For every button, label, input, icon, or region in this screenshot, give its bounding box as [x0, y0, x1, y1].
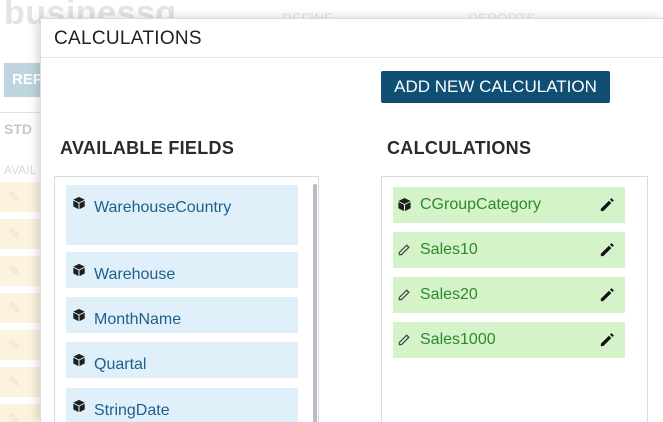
scrollbar[interactable] — [313, 184, 317, 422]
calc-label: CGroupCategory — [420, 196, 541, 213]
field-item-monthname[interactable]: MonthName — [66, 297, 298, 333]
field-label: Warehouse — [94, 266, 176, 283]
background-row: ✎ — [0, 367, 40, 397]
field-item-stringdate[interactable]: StringDate — [66, 388, 298, 422]
modal-title: CALCULATIONS — [54, 28, 202, 49]
cube-icon — [73, 263, 85, 277]
pencil-icon — [398, 334, 410, 346]
cube-icon — [73, 353, 85, 367]
pencil-icon — [398, 244, 410, 256]
background-row: ✎ — [0, 293, 40, 323]
background-row: ✎ — [0, 330, 40, 360]
field-label: Quartal — [94, 356, 147, 373]
cube-icon — [73, 196, 85, 210]
cube-icon — [73, 308, 85, 322]
field-label: WarehouseCountry — [94, 199, 232, 216]
calc-item-sales10[interactable]: Sales10 — [393, 232, 625, 268]
background-tab: STD — [4, 121, 32, 137]
available-fields-list[interactable]: WarehouseCountry Warehouse MonthName Qua… — [54, 176, 319, 422]
available-fields-title: AVAILABLE FIELDS — [60, 138, 235, 158]
background-row: ✎ — [0, 182, 40, 212]
background-row: ✎ — [0, 219, 40, 249]
field-item-warehouse[interactable]: Warehouse — [66, 252, 298, 288]
background-row: ✎ — [0, 404, 40, 422]
calculations-modal: CALCULATIONS ADD NEW CALCULATION AVAILAB… — [40, 18, 663, 422]
add-new-calculation-button[interactable]: ADD NEW CALCULATION — [381, 71, 610, 103]
calc-label: Sales20 — [420, 286, 478, 303]
calculations-title: CALCULATIONS — [387, 138, 532, 158]
cube-icon — [73, 399, 85, 413]
calc-item-cgroupcategory[interactable]: CGroupCategory — [393, 187, 625, 223]
calc-item-sales20[interactable]: Sales20 — [393, 277, 625, 313]
calculations-list[interactable]: CGroupCategory Sales10 Sales20 Sales1000 — [381, 176, 648, 422]
background-divider — [0, 112, 40, 113]
background-row: ✎ — [0, 256, 40, 286]
field-label: StringDate — [94, 402, 170, 419]
edit-icon[interactable] — [598, 195, 617, 214]
background-section-label: AVAIL — [4, 163, 37, 177]
cube-icon — [398, 197, 411, 212]
edit-icon[interactable] — [598, 330, 617, 349]
field-item-quartal[interactable]: Quartal — [66, 342, 298, 378]
calc-label: Sales10 — [420, 241, 478, 258]
edit-icon[interactable] — [598, 240, 617, 259]
modal-header: CALCULATIONS — [41, 19, 663, 58]
field-label: MonthName — [94, 311, 182, 328]
calc-item-sales1000[interactable]: Sales1000 — [393, 322, 625, 358]
edit-icon[interactable] — [598, 285, 617, 304]
calc-label: Sales1000 — [420, 331, 496, 348]
pencil-icon — [398, 289, 410, 301]
field-item-warehousecountry[interactable]: WarehouseCountry — [66, 185, 298, 245]
